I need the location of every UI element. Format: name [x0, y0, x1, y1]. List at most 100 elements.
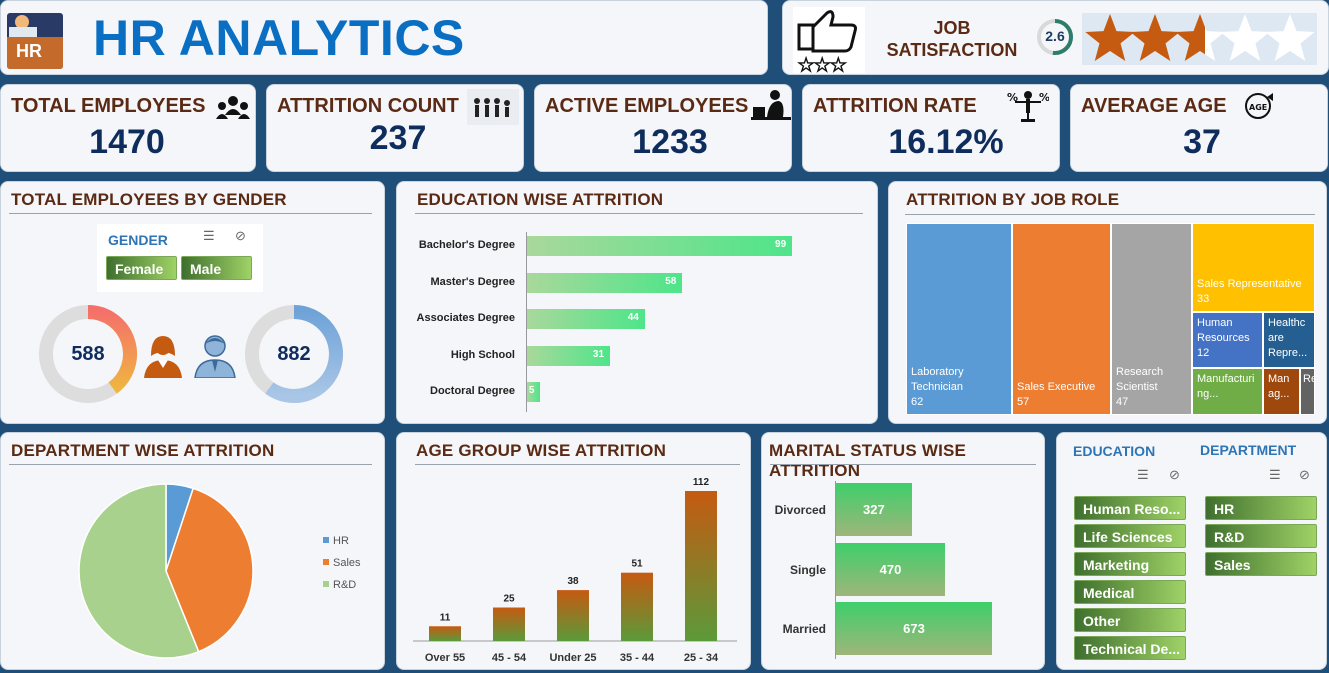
job-satisfaction-label: JOB SATISFACTION [886, 18, 1018, 60]
education-option-marketing[interactable]: Marketing [1074, 552, 1186, 576]
education-attrition-card: EDUCATION WISE ATTRITION Bachelor's Degr… [396, 181, 878, 424]
treemap-tile-laboratory-technician[interactable]: Laboratory Technician 62 [906, 223, 1012, 415]
category-label: Associates Degree [416, 312, 515, 324]
department-option-r-d[interactable]: R&D [1205, 524, 1317, 548]
age-icon: AGE [1243, 91, 1277, 121]
kpi-average-age: AVERAGE AGE 37 AGE [1070, 84, 1328, 172]
legend-swatch [323, 581, 329, 587]
kpi-active-employees: ACTIVE EMPLOYEES 1233 [534, 84, 792, 172]
category-label: 35 - 44 [620, 652, 655, 664]
treemap-tile-healthcare-representative[interactable]: Healthc are Repre... [1263, 312, 1315, 368]
department-filter-title: DEPARTMENT [1200, 442, 1297, 458]
education-bar[interactable]: 58 [527, 272, 683, 293]
thumbs-up-stars-icon: ★★★ [793, 7, 865, 74]
treemap-tile-sales-representative[interactable]: Sales Representative 33 [1192, 223, 1315, 312]
education-multi-select-icon[interactable]: ☰ [1137, 467, 1149, 483]
education-bar[interactable]: 44 [527, 309, 645, 329]
department-clear-filter-icon[interactable]: ⊘ [1299, 467, 1310, 483]
department-option-hr[interactable]: HR [1205, 496, 1317, 520]
age-group-card: AGE GROUP WISE ATTRITION 11 Over 55 25 45 -… [396, 432, 751, 670]
star-rating [1082, 13, 1317, 65]
gender-option-male[interactable]: Male [181, 256, 252, 280]
people-group-icon [215, 93, 251, 125]
gender-option-female[interactable]: Female [106, 256, 177, 280]
kpi-value: 1470 [89, 123, 165, 161]
gender-card: TOTAL EMPLOYEES BY GENDER GENDER ☰ ⊘ Fem… [0, 181, 385, 424]
marital-bar[interactable]: 673 [836, 602, 992, 655]
education-option-medical[interactable]: Medical [1074, 580, 1186, 604]
category-label: 25 - 34 [684, 652, 719, 664]
education-option-human-reso[interactable]: Human Reso... [1074, 496, 1186, 520]
marital-bar[interactable]: 327 [836, 483, 912, 536]
education-option-other[interactable]: Other [1074, 608, 1186, 632]
marital-bar-chart: Divorced 327 Single 470 Married 673 [762, 481, 1044, 661]
treemap-tile-manufacturing-director[interactable]: Manufacturi ng... [1192, 368, 1263, 415]
category-label: Doctoral Degree [430, 385, 515, 397]
logo-text: HR [16, 41, 42, 61]
department-multi-select-icon[interactable]: ☰ [1269, 467, 1281, 483]
multi-select-icon[interactable]: ☰ [203, 228, 215, 244]
section-title: DEPARTMENT WISE ATTRITION [11, 441, 275, 460]
slicer-title: GENDER [108, 232, 168, 248]
marital-bar[interactable]: 470 [836, 542, 945, 596]
svg-text:AGE: AGE [1249, 103, 1267, 112]
age-bar[interactable] [429, 626, 461, 641]
kpi-label: TOTAL EMPLOYEES [11, 95, 206, 117]
category-label: Single [789, 562, 826, 577]
education-bar[interactable]: 31 [527, 345, 611, 366]
header-card: HR HR ANALYTICS DASHBOARD [0, 0, 768, 75]
age-bar[interactable] [685, 491, 717, 641]
legend-label: Sales [333, 557, 361, 569]
female-icon [142, 332, 184, 378]
kpi-value: 37 [1183, 123, 1221, 161]
category-label: Divorced [774, 503, 826, 517]
data-label: 44 [627, 312, 639, 323]
hr-logo: HR [7, 13, 63, 69]
legend-swatch [323, 559, 329, 565]
data-label: 51 [631, 559, 643, 570]
category-label: 45 - 54 [492, 652, 527, 664]
education-bar[interactable]: 5 [527, 382, 541, 402]
legend-label: HR [333, 535, 349, 547]
age-bar[interactable] [557, 590, 589, 641]
section-title: ATTRITION BY JOB ROLE [906, 190, 1120, 209]
age-bar[interactable] [493, 607, 525, 641]
section-title: TOTAL EMPLOYEES BY GENDER [11, 190, 287, 209]
data-label: 112 [693, 477, 710, 488]
filters-card: EDUCATION ☰ ⊘ DEPARTMENT ☰ ⊘ Human Reso.… [1056, 432, 1327, 670]
female-count: 588 [71, 343, 105, 365]
age-bar[interactable] [621, 572, 653, 641]
department-option-sales[interactable]: Sales [1205, 552, 1317, 576]
treemap-tile-research-scientist[interactable]: Research Scientist 47 [1111, 223, 1192, 415]
treemap-tile-sales-executive[interactable]: Sales Executive 57 [1012, 223, 1111, 415]
treemap-tile-research-director[interactable]: Re [1300, 368, 1315, 415]
legend-swatch [323, 537, 329, 543]
rating-star [1130, 14, 1180, 61]
clear-filter-icon[interactable]: ⊘ [235, 228, 246, 244]
kpi-value: 16.12% [888, 123, 1004, 161]
education-bar[interactable]: 99 [527, 236, 793, 256]
female-donut: 588 [37, 303, 139, 405]
page-title: HR ANALYTICS DASHBOARD [93, 10, 465, 74]
data-label: 25 [503, 594, 515, 605]
satisfaction-score: 2.6 [1045, 28, 1065, 44]
kpi-value: 1233 [632, 123, 708, 161]
desk-worker-icon [751, 87, 791, 125]
job-satisfaction-card: ★★★ JOB SATISFACTION 2.6 [782, 0, 1329, 75]
kpi-label: AVERAGE AGE [1081, 95, 1227, 117]
treemap-tile-human-resources[interactable]: Human Resources 12 [1192, 312, 1263, 368]
education-option-life-sciences[interactable]: Life Sciences [1074, 524, 1186, 548]
data-label: 58 [665, 275, 677, 287]
male-count: 882 [277, 343, 311, 365]
education-option-technical-de[interactable]: Technical De... [1074, 636, 1186, 660]
department-pie-chart: HR Sales R&D [78, 483, 361, 659]
male-icon [193, 332, 237, 379]
legend-label: R&D [333, 579, 356, 591]
job-role-card: ATTRITION BY JOB ROLE Laboratory Technic… [888, 181, 1327, 424]
category-label: High School [450, 348, 515, 361]
category-label: Bachelor's Degree [418, 239, 515, 251]
kpi-label: ACTIVE EMPLOYEES [545, 95, 749, 117]
education-bar-chart: Bachelor's Degree 99 Master's Degree 58 Asso… [397, 232, 877, 412]
education-clear-filter-icon[interactable]: ⊘ [1169, 467, 1180, 483]
treemap-tile-manager[interactable]: Man ag... [1263, 368, 1300, 415]
